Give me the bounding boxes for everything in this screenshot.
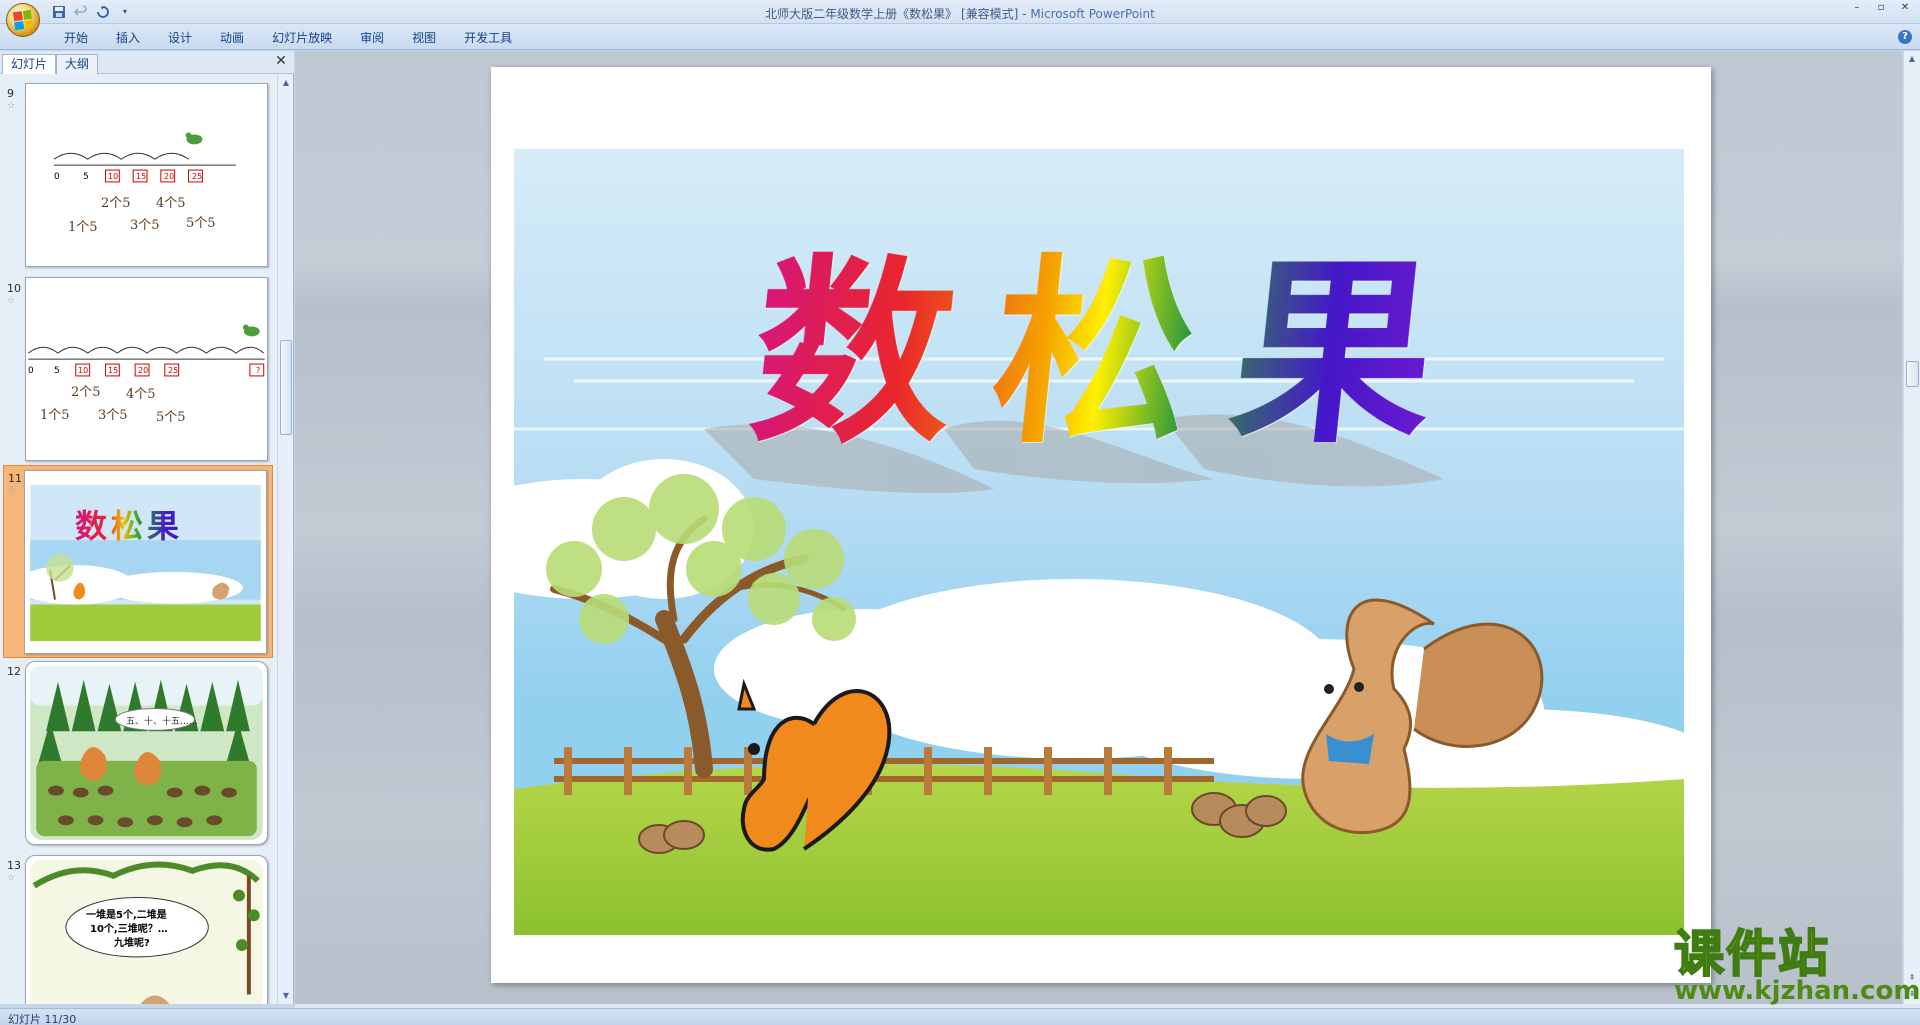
watermark-logo: 课件站 www.kjzhan.com xyxy=(1668,924,1920,1007)
tab-slideshow[interactable]: 幻灯片放映 xyxy=(258,29,346,47)
thumbnail-scrollbar[interactable]: ▲ ▼ xyxy=(277,75,293,1004)
group-label: 2个5 xyxy=(101,196,131,211)
scrollbar-thumb[interactable] xyxy=(1906,361,1919,387)
slide-number: 11 xyxy=(8,472,22,485)
slide-number: 12 xyxy=(7,665,21,678)
tick-label: 25 xyxy=(168,366,179,375)
office-logo-icon xyxy=(12,9,34,31)
thumbnail-row[interactable]: 10 ☆ 0 5 10 15 20 25 ? 2个5 4个5 1个5 3个5 5… xyxy=(0,272,276,466)
slide-thumbnail-picture xyxy=(30,665,263,841)
group-label: 5个5 xyxy=(186,216,216,231)
slide-thumbnail-11[interactable]: 数松果 xyxy=(24,470,267,654)
watermark-text: 课件站 xyxy=(1673,924,1830,983)
minimize-button[interactable]: – xyxy=(1846,1,1868,15)
group-label: 3个5 xyxy=(98,408,128,423)
tab-design[interactable]: 设计 xyxy=(154,29,206,47)
window-title-app: Microsoft PowerPoint xyxy=(1030,7,1155,21)
speech-bubble-text: 五、十、十五…… xyxy=(126,717,199,727)
ribbon-tabs: 开始 插入 设计 动画 幻灯片放映 审阅 视图 开发工具 xyxy=(50,29,526,47)
tab-slides[interactable]: 幻灯片 xyxy=(2,54,57,74)
office-button[interactable] xyxy=(6,3,40,37)
transition-icon: ☆ xyxy=(7,101,16,111)
watermark-url: www.kjzhan.com xyxy=(1674,976,1920,1006)
scroll-up-icon[interactable]: ▲ xyxy=(1906,53,1918,65)
slide-scrollbar[interactable]: ▲ ⇞ ⇟ xyxy=(1903,51,1920,1004)
thumbnail-row[interactable]: 9 ☆ 0 5 10 15 20 25 2个5 4个5 1个5 3个5 5个5 xyxy=(0,75,276,269)
transition-icon: ☆ xyxy=(7,296,16,306)
scrollbar-thumb[interactable] xyxy=(280,340,292,435)
tab-outline[interactable]: 大纲 xyxy=(56,54,99,74)
group-label: 1个5 xyxy=(68,220,98,235)
group-label: 3个5 xyxy=(130,218,160,233)
tab-insert[interactable]: 插入 xyxy=(102,29,154,47)
slide-title-text: 数松果 xyxy=(741,236,1487,471)
title-bar: ▾ 北师大版二年级数学上册《数松果》 [兼容模式] - Microsoft Po… xyxy=(0,0,1920,24)
slide-number: 9 xyxy=(7,87,14,100)
slide-thumbnail-9[interactable]: 0 5 10 15 20 25 2个5 4个5 1个5 3个5 5个5 xyxy=(25,83,268,267)
status-bar: 幻灯片 11/30 xyxy=(0,1008,1920,1025)
tick-label: 5 xyxy=(83,172,89,182)
slide-background-picture: 数松果 xyxy=(514,149,1684,935)
tick-label: 20 xyxy=(164,172,175,181)
tick-label: 5 xyxy=(54,366,60,376)
tick-label: 15 xyxy=(136,172,147,181)
help-icon[interactable]: ? xyxy=(1898,30,1912,44)
number-line-diagram xyxy=(53,132,237,183)
transition-icon: ☆ xyxy=(8,486,17,496)
speech-bubble-line: 一堆是5个,二堆是 xyxy=(86,910,167,921)
thumbnail-row-selected[interactable]: 11 ☆ 数松果 xyxy=(3,465,273,658)
tick-label: 0 xyxy=(54,172,60,182)
slide-thumbnail-10[interactable]: 0 5 10 15 20 25 ? 2个5 4个5 1个5 3个5 5个5 xyxy=(25,277,268,461)
group-label: 2个5 xyxy=(71,385,101,400)
group-label: 4个5 xyxy=(156,196,186,211)
slide-thumbnail-12[interactable]: 五、十、十五…… xyxy=(25,661,268,845)
group-label: 1个5 xyxy=(40,408,70,423)
slide-editing-area: 数松果 xyxy=(295,51,1902,1004)
slide-thumbnail-picture xyxy=(25,484,261,642)
tab-review[interactable]: 审阅 xyxy=(346,29,398,47)
tick-label: 15 xyxy=(108,366,119,375)
thumbnail-list: 9 ☆ 0 5 10 15 20 25 2个5 4个5 1个5 3个5 5个5 … xyxy=(0,75,276,1004)
ribbon: 开始 插入 设计 动画 幻灯片放映 审阅 视图 开发工具 ? xyxy=(0,24,1920,50)
pane-tabs: 幻灯片 大纲 ✕ xyxy=(0,51,294,74)
pane-close-icon[interactable]: ✕ xyxy=(274,54,288,68)
speech-bubble-line: 九堆呢? xyxy=(114,938,150,949)
tick-label: 20 xyxy=(138,366,149,375)
slide-number: 10 xyxy=(7,282,21,295)
tick-label: 0 xyxy=(28,366,34,376)
transition-icon: ☆ xyxy=(7,873,16,883)
window-title: 北师大版二年级数学上册《数松果》 [兼容模式] - Microsoft Powe… xyxy=(0,5,1920,22)
window-controls: – ▫ ✕ xyxy=(1846,1,1916,15)
scroll-up-icon[interactable]: ▲ xyxy=(280,77,292,89)
scroll-down-icon[interactable]: ▼ xyxy=(280,990,292,1002)
tab-animations[interactable]: 动画 xyxy=(206,29,258,47)
tab-view[interactable]: 视图 xyxy=(398,29,450,47)
window-title-document: 北师大版二年级数学上册《数松果》 [兼容模式] - xyxy=(765,7,1031,21)
close-button[interactable]: ✕ xyxy=(1894,1,1916,15)
tick-label: 10 xyxy=(78,366,89,375)
slide-title[interactable]: 数松果 xyxy=(742,236,1487,471)
thumbnail-row[interactable]: 12 五、十、十五…… xyxy=(0,659,276,853)
tick-label: ? xyxy=(256,366,261,375)
thumbnail-row[interactable]: 13 ☆ 一堆是5个,二堆是 10个,三堆呢？… 九堆呢? xyxy=(0,853,276,1004)
thumbnail-title: 数松果 xyxy=(75,501,183,547)
current-slide[interactable]: 数松果 xyxy=(491,67,1711,983)
slide-thumbnail-13[interactable]: 一堆是5个,二堆是 10个,三堆呢？… 九堆呢? xyxy=(25,855,268,1004)
slide-number: 13 xyxy=(7,859,21,872)
tab-home[interactable]: 开始 xyxy=(50,29,102,47)
group-label: 4个5 xyxy=(126,387,156,402)
speech-bubble-line: 10个,三堆呢？… xyxy=(90,924,168,935)
maximize-button[interactable]: ▫ xyxy=(1870,1,1892,15)
tab-developer[interactable]: 开发工具 xyxy=(450,29,526,47)
group-label: 5个5 xyxy=(156,410,186,425)
slide-counter: 幻灯片 11/30 xyxy=(8,1013,77,1025)
tick-label: 10 xyxy=(108,172,119,181)
slides-pane: 幻灯片 大纲 ✕ 9 ☆ 0 5 10 15 20 25 2个5 4个5 1个5… xyxy=(0,51,294,1004)
tick-label: 25 xyxy=(192,172,203,181)
